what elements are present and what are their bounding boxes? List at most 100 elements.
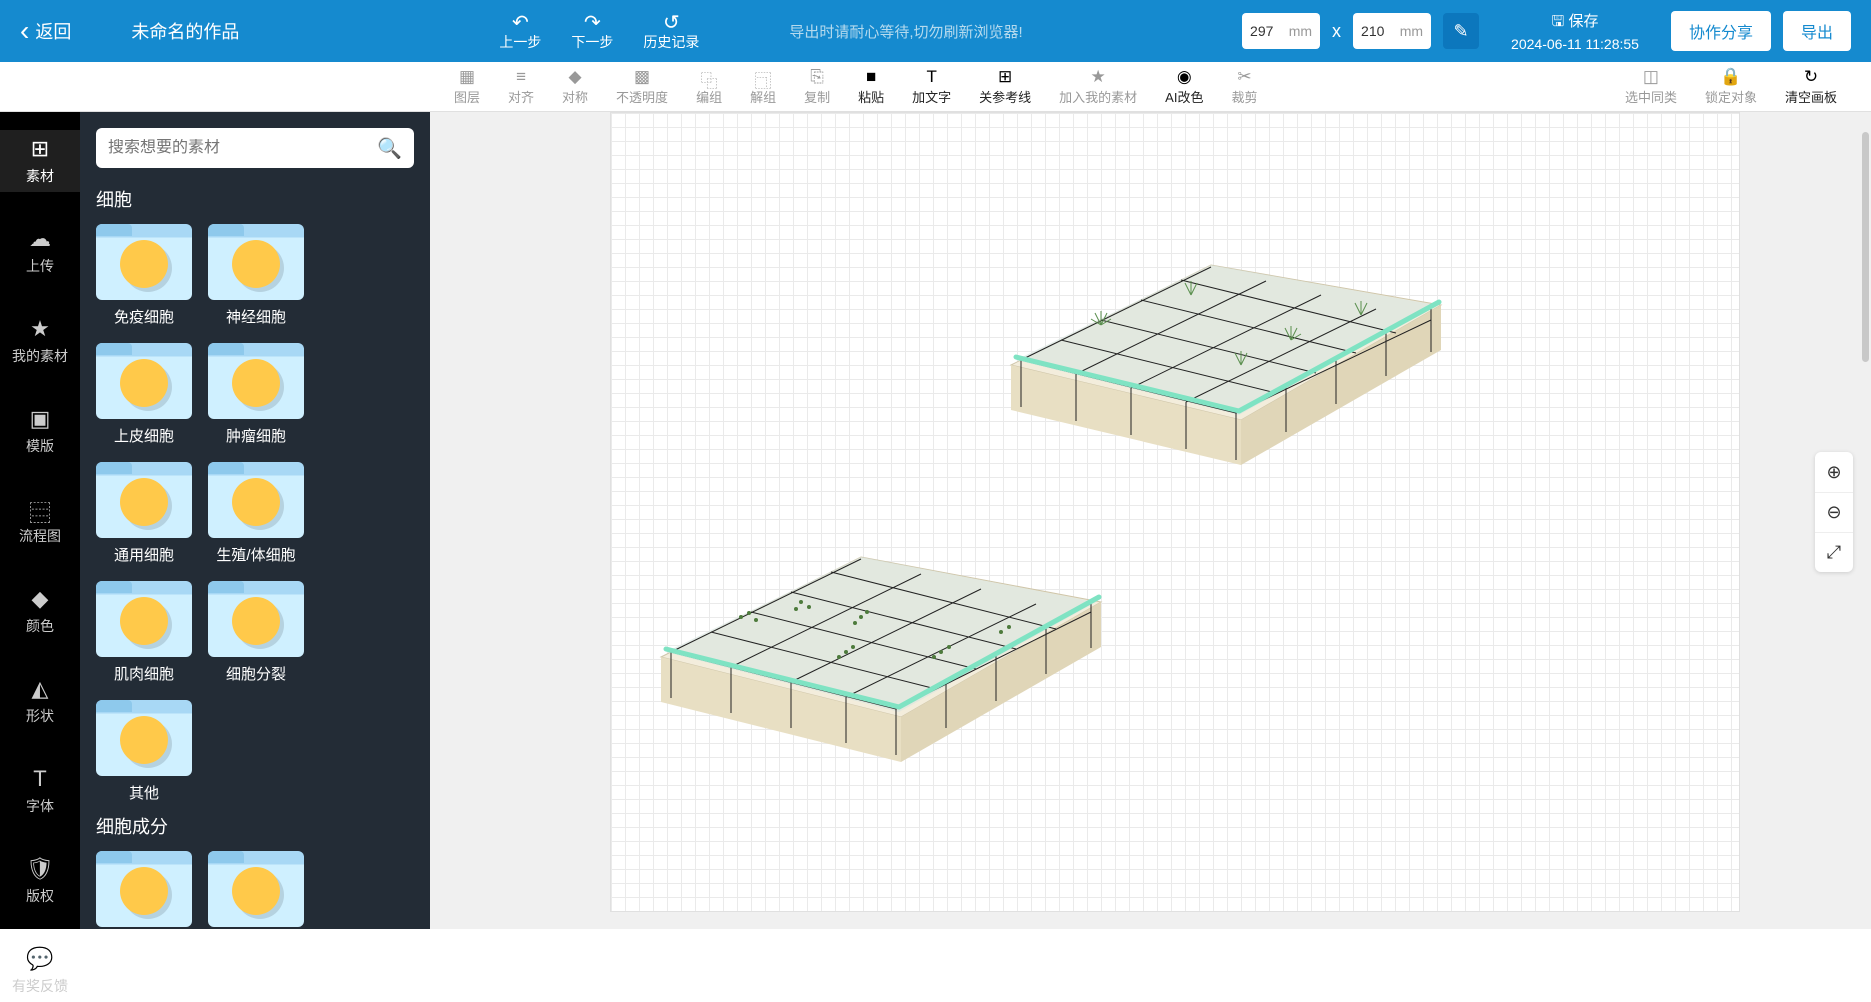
folder-细胞结构[interactable]: 细胞结构	[208, 851, 304, 929]
search-icon[interactable]: 🔍	[377, 136, 402, 161]
toolbar-图层[interactable]: ▦图层	[454, 67, 480, 106]
folder-肿瘤细胞[interactable]: 肿瘤细胞	[208, 343, 304, 446]
toolbar-加文字[interactable]: T加文字	[912, 67, 951, 106]
toolbar-加入我的素材[interactable]: ★加入我的素材	[1059, 67, 1137, 106]
undo-button[interactable]: ↶上一步	[499, 10, 541, 52]
document-title[interactable]: 未命名的作品	[131, 18, 239, 44]
save-timestamp: 2024-06-11 11:28:55	[1511, 36, 1639, 52]
toolbar-复制[interactable]: ⎘复制	[804, 67, 830, 106]
nav-模版[interactable]: ▣模版	[0, 400, 80, 462]
folder-label: 肿瘤细胞	[226, 425, 286, 446]
folder-label: 细胞分裂	[226, 663, 286, 684]
toolbar-解组[interactable]: ⿹解组	[750, 67, 776, 106]
folder-肌肉细胞[interactable]: 肌肉细胞	[96, 581, 192, 684]
nav-icon: ☁	[29, 226, 51, 252]
nav-颜色[interactable]: ◆颜色	[0, 580, 80, 642]
folder-label: 肌肉细胞	[114, 663, 174, 684]
folder-label: 生殖/体细胞	[216, 544, 295, 565]
nav-上传[interactable]: ☁上传	[0, 220, 80, 282]
section-title: 细胞	[96, 186, 414, 212]
canvas-object-scene-a[interactable]	[981, 165, 1451, 465]
undo-icon: ↶	[512, 10, 529, 32]
folder-thumb	[96, 851, 192, 927]
search-box[interactable]: 🔍	[96, 128, 414, 168]
folder-免疫细胞[interactable]: 免疫细胞	[96, 224, 192, 327]
toolbar-icon: T	[926, 67, 936, 87]
folder-thumb	[96, 343, 192, 419]
toolbar-icon: ⿹	[755, 67, 772, 87]
toolbar-编组[interactable]: ⿻编组	[696, 67, 722, 106]
nav-版权[interactable]: 🛡版权	[0, 850, 80, 912]
toolbar-锁定对象[interactable]: 🔒锁定对象	[1705, 67, 1757, 106]
left-nav: ⊞素材☁上传★我的素材▣模版⿳流程图◆颜色◭形状T字体🛡版权💬有奖反馈	[0, 112, 80, 929]
folder-label: 上皮细胞	[114, 425, 174, 446]
folder-通用细胞[interactable]: 通用细胞	[96, 462, 192, 565]
folder-thumb	[208, 343, 304, 419]
canvas-object-scene-b[interactable]	[631, 457, 1111, 767]
folder-label: 神经细胞	[226, 306, 286, 327]
toolbar-不透明度[interactable]: ▩不透明度	[616, 67, 668, 106]
toolbar-对称[interactable]: ◆对称	[562, 67, 588, 106]
history-button[interactable]: ↺历史记录	[643, 10, 699, 52]
toolbar-icon: 🔒	[1720, 67, 1741, 87]
toolbar-AI改色[interactable]: ◉AI改色	[1165, 67, 1203, 106]
toolbar-icon: ⿻	[701, 67, 718, 87]
nav-icon: ⊞	[31, 136, 49, 162]
vertical-scrollbar[interactable]	[1862, 132, 1869, 362]
back-button[interactable]: 返回	[20, 15, 71, 47]
folder-细胞膜/核膜[interactable]: 细胞膜/核膜	[96, 851, 192, 929]
pen-tool-button[interactable]: ✎	[1443, 13, 1479, 49]
folder-细胞分裂[interactable]: 细胞分裂	[208, 581, 304, 684]
toolbar-关参考线[interactable]: ⊞关参考线	[979, 67, 1031, 106]
toolbar-icon: ■	[866, 67, 876, 87]
folder-上皮细胞[interactable]: 上皮细胞	[96, 343, 192, 446]
nav-形状[interactable]: ◭形状	[0, 670, 80, 732]
nav-我的素材[interactable]: ★我的素材	[0, 310, 80, 372]
toolbar-对齐[interactable]: ≡对齐	[508, 67, 534, 106]
nav-icon: T	[33, 766, 46, 792]
width-input[interactable]: 297mm	[1242, 13, 1320, 49]
folder-thumb	[96, 581, 192, 657]
top-bar: 返回 未命名的作品 ↶上一步 ↷下一步 ↺历史记录 导出时请耐心等待,切勿刷新浏…	[0, 0, 1871, 62]
toolbar-清空画板[interactable]: ↻清空画板	[1785, 67, 1837, 106]
export-button[interactable]: 导出	[1783, 11, 1851, 51]
toolbar-icon: ★	[1091, 67, 1106, 87]
folder-神经细胞[interactable]: 神经细胞	[208, 224, 304, 327]
toolbar-icon: ▦	[459, 67, 475, 87]
folder-生殖/体细胞[interactable]: 生殖/体细胞	[208, 462, 304, 565]
folder-其他[interactable]: 其他	[96, 700, 192, 803]
zoom-out-button[interactable]: ⊖	[1815, 492, 1853, 532]
toolbar-icon: ✂	[1237, 67, 1251, 87]
toolbar-icon: ◉	[1177, 67, 1192, 87]
toolbar-icon: ⎘	[810, 67, 824, 87]
artboard[interactable]	[610, 112, 1740, 912]
canvas-area[interactable]: ⊕ ⊖ ⤢	[430, 112, 1871, 929]
zoom-controls: ⊕ ⊖ ⤢	[1815, 452, 1853, 572]
nav-流程图[interactable]: ⿳流程图	[0, 490, 80, 552]
nav-icon: ★	[30, 316, 50, 342]
dim-separator: x	[1332, 21, 1341, 42]
nav-有奖反馈[interactable]: 💬有奖反馈	[0, 940, 80, 1002]
nav-icon: ⿳	[29, 496, 51, 522]
toolbar-粘贴[interactable]: ■粘贴	[858, 67, 884, 106]
toolbar-选中同类[interactable]: ◫选中同类	[1625, 67, 1677, 106]
save-icon: 🖫	[1552, 13, 1565, 30]
nav-字体[interactable]: T字体	[0, 760, 80, 822]
folder-thumb	[208, 581, 304, 657]
toolbar-裁剪[interactable]: ✂裁剪	[1231, 67, 1257, 106]
toolbar-icon: ▩	[634, 67, 650, 87]
search-input[interactable]	[108, 139, 377, 157]
collab-share-button[interactable]: 协作分享	[1671, 11, 1771, 51]
fit-screen-button[interactable]: ⤢	[1815, 532, 1853, 572]
folder-thumb	[96, 224, 192, 300]
folder-thumb	[96, 700, 192, 776]
nav-icon: 💬	[26, 946, 53, 972]
height-input[interactable]: 210mm	[1353, 13, 1431, 49]
toolbar-icon: ◫	[1643, 67, 1659, 87]
context-toolbar: ▦图层 ≡对齐 ◆对称 ▩不透明度 ⿻编组 ⿹解组 ⎘复制 ■粘贴 T加文字 ⊞关参考线 ★加入我的…	[0, 62, 1871, 112]
nav-icon: ◭	[32, 676, 49, 702]
nav-素材[interactable]: ⊞素材	[0, 130, 80, 192]
redo-button[interactable]: ↷下一步	[571, 10, 613, 52]
zoom-in-button[interactable]: ⊕	[1815, 452, 1853, 492]
save-block[interactable]: 🖫 保存 2024-06-11 11:28:55	[1511, 10, 1639, 52]
